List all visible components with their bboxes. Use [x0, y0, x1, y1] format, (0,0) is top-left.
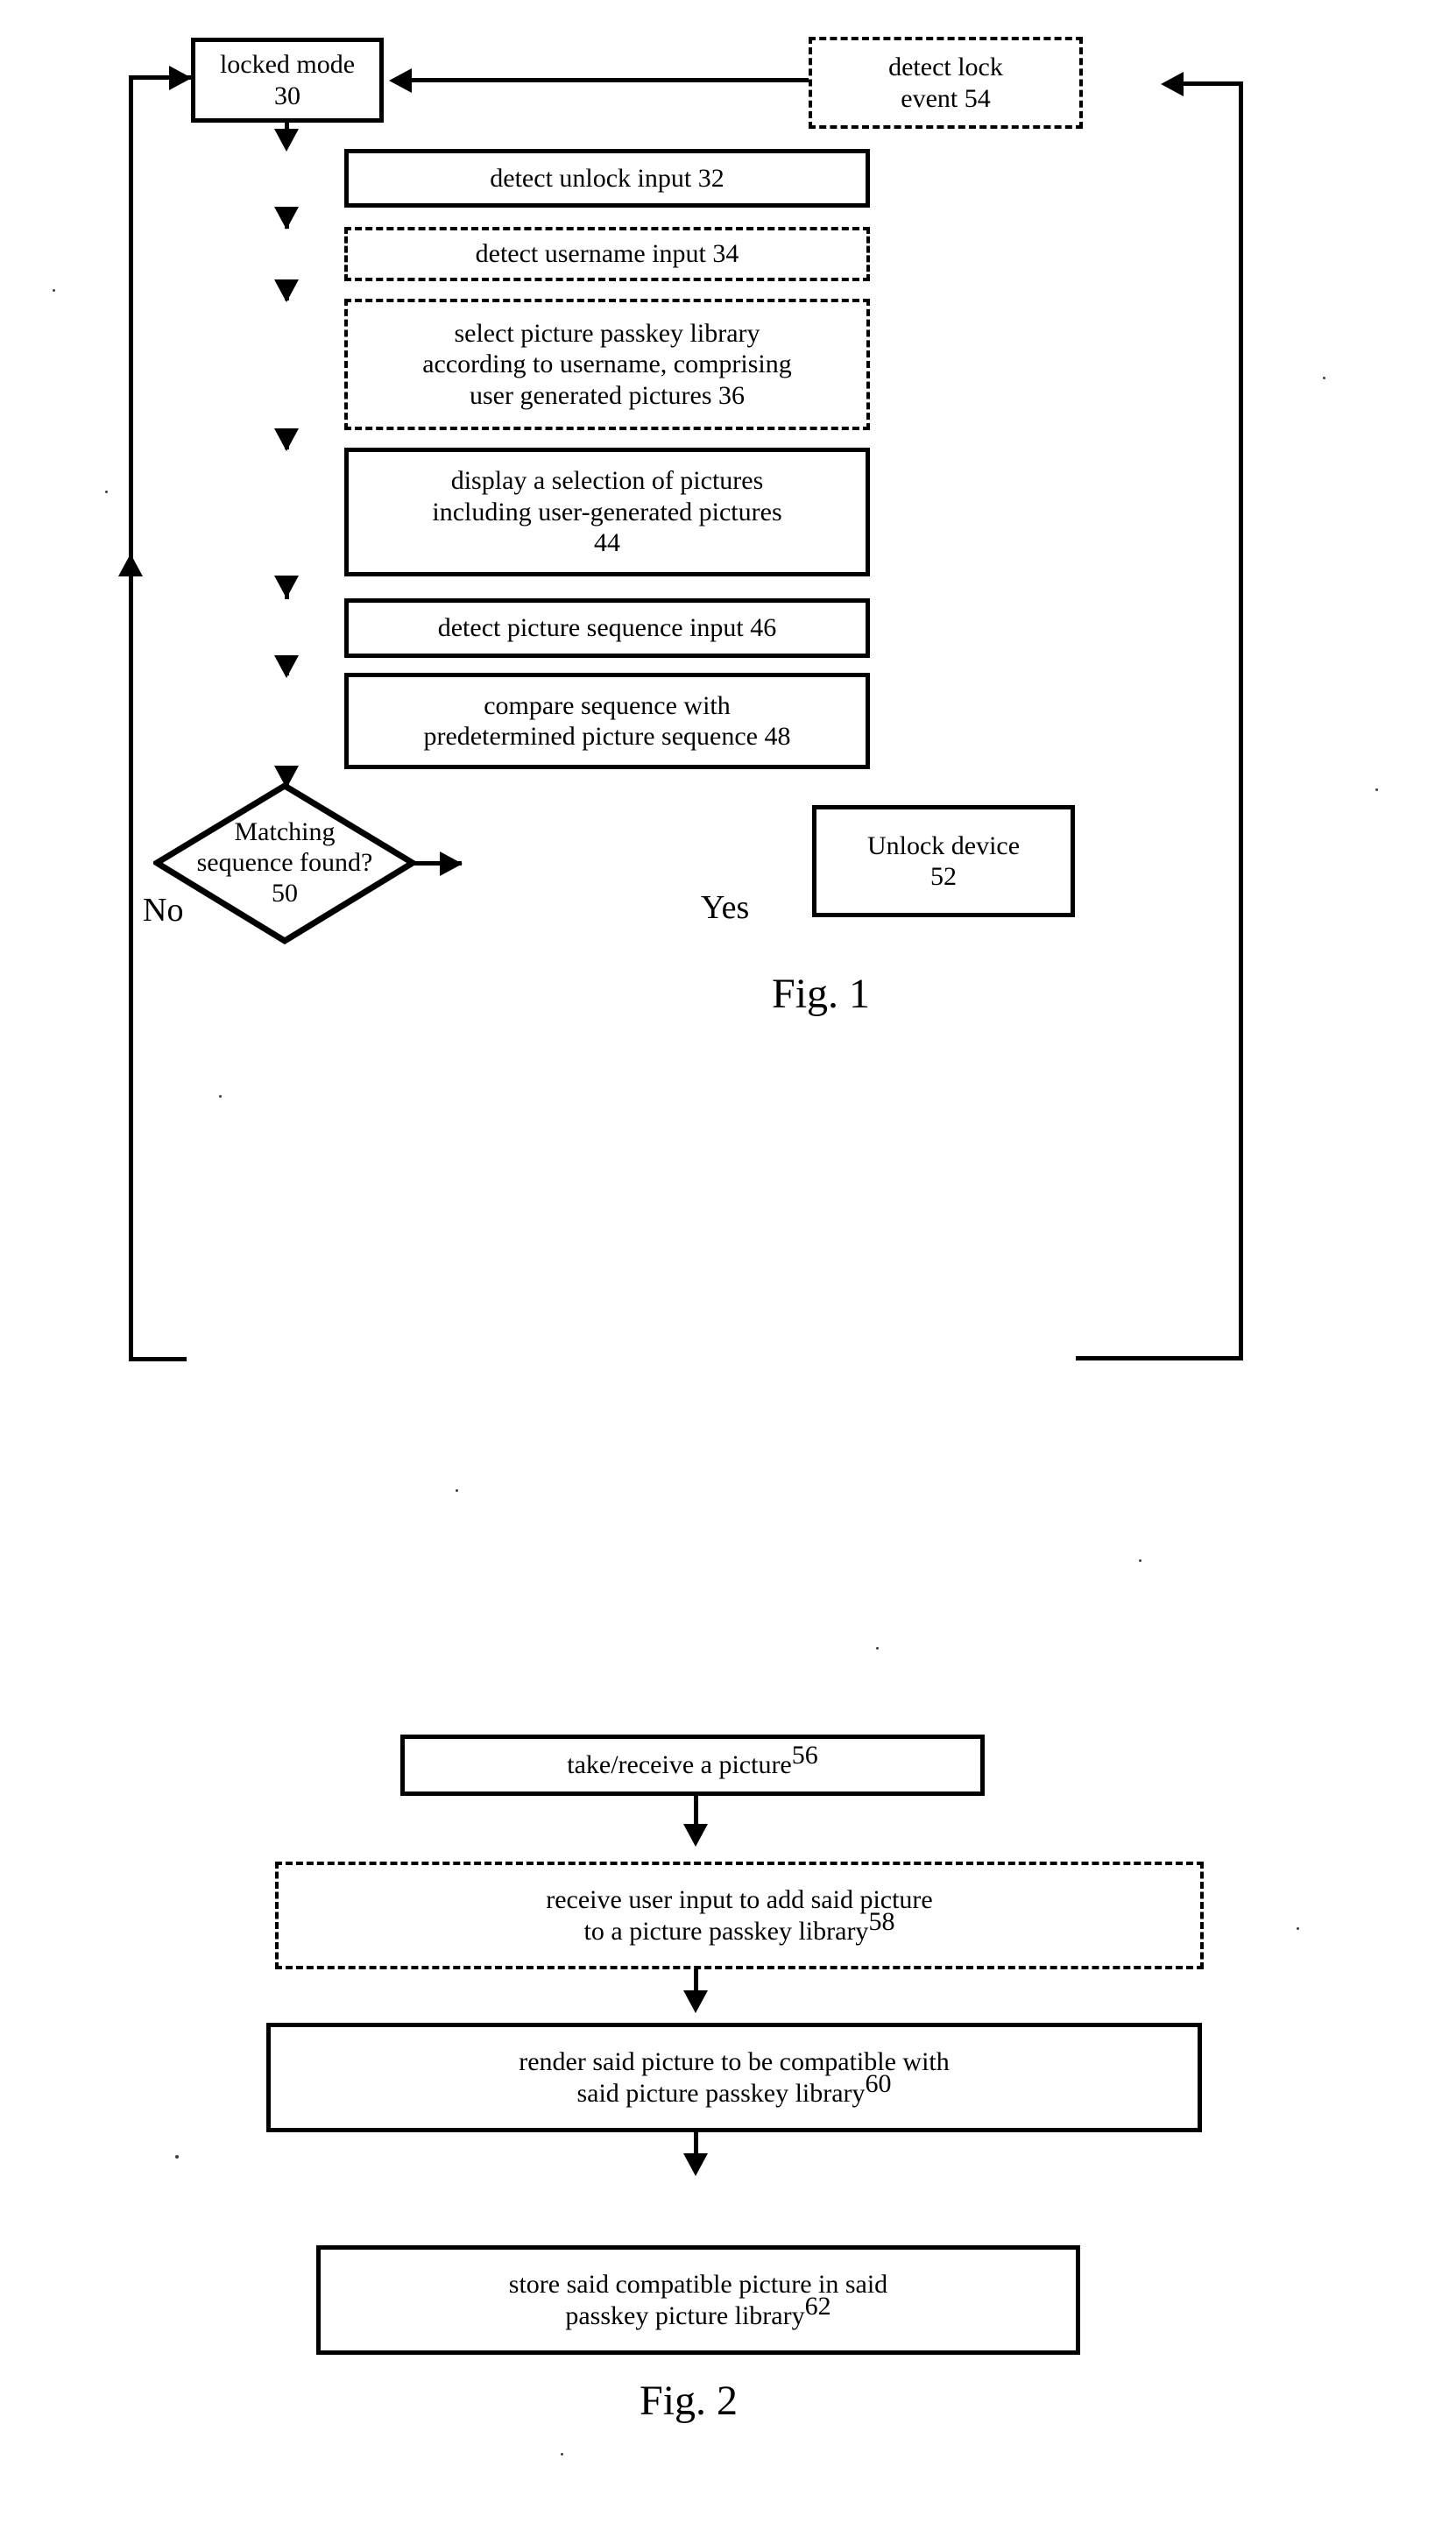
node-locked-mode-text: locked mode 30 — [219, 50, 356, 110]
node-matching-sequence-decision[interactable]: Matching sequence found? 50 — [153, 782, 416, 944]
connector-54-to-30 — [412, 78, 810, 82]
scan-speck — [1323, 377, 1325, 379]
patent-drawing-sheet: locked mode 30 detect lock event 54 dete… — [0, 0, 1456, 2537]
node-compare-sequence-text: compare sequence with predetermined pict… — [423, 690, 791, 751]
feedback-loop-arrowhead-up — [118, 554, 143, 576]
feedback-loop-arrowhead-into-locked-mode — [169, 66, 192, 90]
arrowhead-30-to-32 — [274, 129, 299, 152]
node-store-picture-text: store said compatible picture in said pa… — [508, 2270, 888, 2330]
node-detect-username-input[interactable]: detect username input 34 — [344, 227, 870, 281]
return-loop-top-line — [1178, 81, 1243, 86]
arrowhead-56-to-58 — [683, 1824, 708, 1847]
node-unlock-device[interactable]: Unlock device 52 — [812, 805, 1075, 917]
feedback-loop-bottom-line — [129, 1357, 187, 1361]
arrowhead-32-to-34 — [274, 207, 299, 230]
arrowhead-46-to-48 — [274, 655, 299, 678]
scan-speck — [876, 1647, 879, 1650]
node-select-passkey-library[interactable]: select picture passkey library according… — [344, 299, 870, 430]
return-loop-arrowhead-into-detect-lock-event — [1161, 72, 1184, 96]
node-take-receive-picture[interactable]: take/receive a picture56 — [400, 1735, 985, 1796]
scan-speck — [175, 2155, 179, 2159]
scan-speck — [105, 491, 108, 493]
node-detect-unlock-input[interactable]: detect unlock input 32 — [344, 149, 870, 208]
node-take-receive-picture-text: take/receive a picture56 — [567, 1741, 818, 1780]
node-render-picture[interactable]: render said picture to be compatible wit… — [266, 2023, 1202, 2132]
node-compare-sequence[interactable]: compare sequence with predetermined pict… — [344, 673, 870, 769]
arrowhead-54-to-30 — [389, 68, 412, 93]
node-render-picture-text: render said picture to be compatible wit… — [519, 2047, 950, 2108]
node-detect-lock-event-text: detect lock event 54 — [888, 53, 1003, 113]
scan-speck — [561, 2453, 563, 2456]
node-receive-user-input-text: receive user input to add said picture t… — [546, 1885, 933, 1946]
figure-1-caption: Fig. 1 — [772, 971, 871, 1017]
node-detect-picture-sequence[interactable]: detect picture sequence input 46 — [344, 598, 870, 658]
node-display-pictures-text: display a selection of pictures includin… — [432, 466, 782, 558]
scan-speck — [1297, 1927, 1299, 1930]
node-detect-username-input-text: detect username input 34 — [475, 239, 739, 269]
scan-speck — [53, 289, 55, 292]
node-select-passkey-library-text: select picture passkey library according… — [422, 318, 792, 410]
node-detect-unlock-input-text: detect unlock input 32 — [490, 163, 724, 193]
scan-speck — [456, 1489, 458, 1492]
arrowhead-50-yes-to-52 — [440, 852, 463, 876]
figure-2-caption: Fig. 2 — [640, 2378, 739, 2424]
scan-speck — [1139, 1559, 1141, 1562]
node-store-picture[interactable]: store said compatible picture in said pa… — [316, 2245, 1080, 2355]
arrowhead-34-to-36 — [274, 279, 299, 302]
return-loop-bottom-line — [1076, 1356, 1243, 1360]
node-receive-user-input[interactable]: receive user input to add said picture t… — [275, 1862, 1204, 1969]
node-locked-mode[interactable]: locked mode 30 — [191, 38, 384, 123]
node-unlock-device-text: Unlock device 52 — [866, 830, 1021, 891]
arrowhead-60-to-62 — [683, 2153, 708, 2176]
node-detect-picture-sequence-text: detect picture sequence input 46 — [437, 613, 777, 643]
arrowhead-58-to-60 — [683, 1990, 708, 2013]
feedback-loop-vertical-line — [129, 75, 133, 1361]
arrowhead-44-to-46 — [274, 576, 299, 598]
node-detect-lock-event[interactable]: detect lock event 54 — [809, 37, 1083, 129]
return-loop-vertical-line — [1239, 81, 1243, 1360]
scan-speck — [219, 1095, 222, 1098]
scan-speck — [1375, 788, 1378, 791]
node-display-pictures[interactable]: display a selection of pictures includin… — [344, 448, 870, 576]
edge-label-no: No — [143, 892, 184, 929]
edge-label-yes: Yes — [701, 889, 750, 926]
arrowhead-36-to-44 — [274, 428, 299, 451]
